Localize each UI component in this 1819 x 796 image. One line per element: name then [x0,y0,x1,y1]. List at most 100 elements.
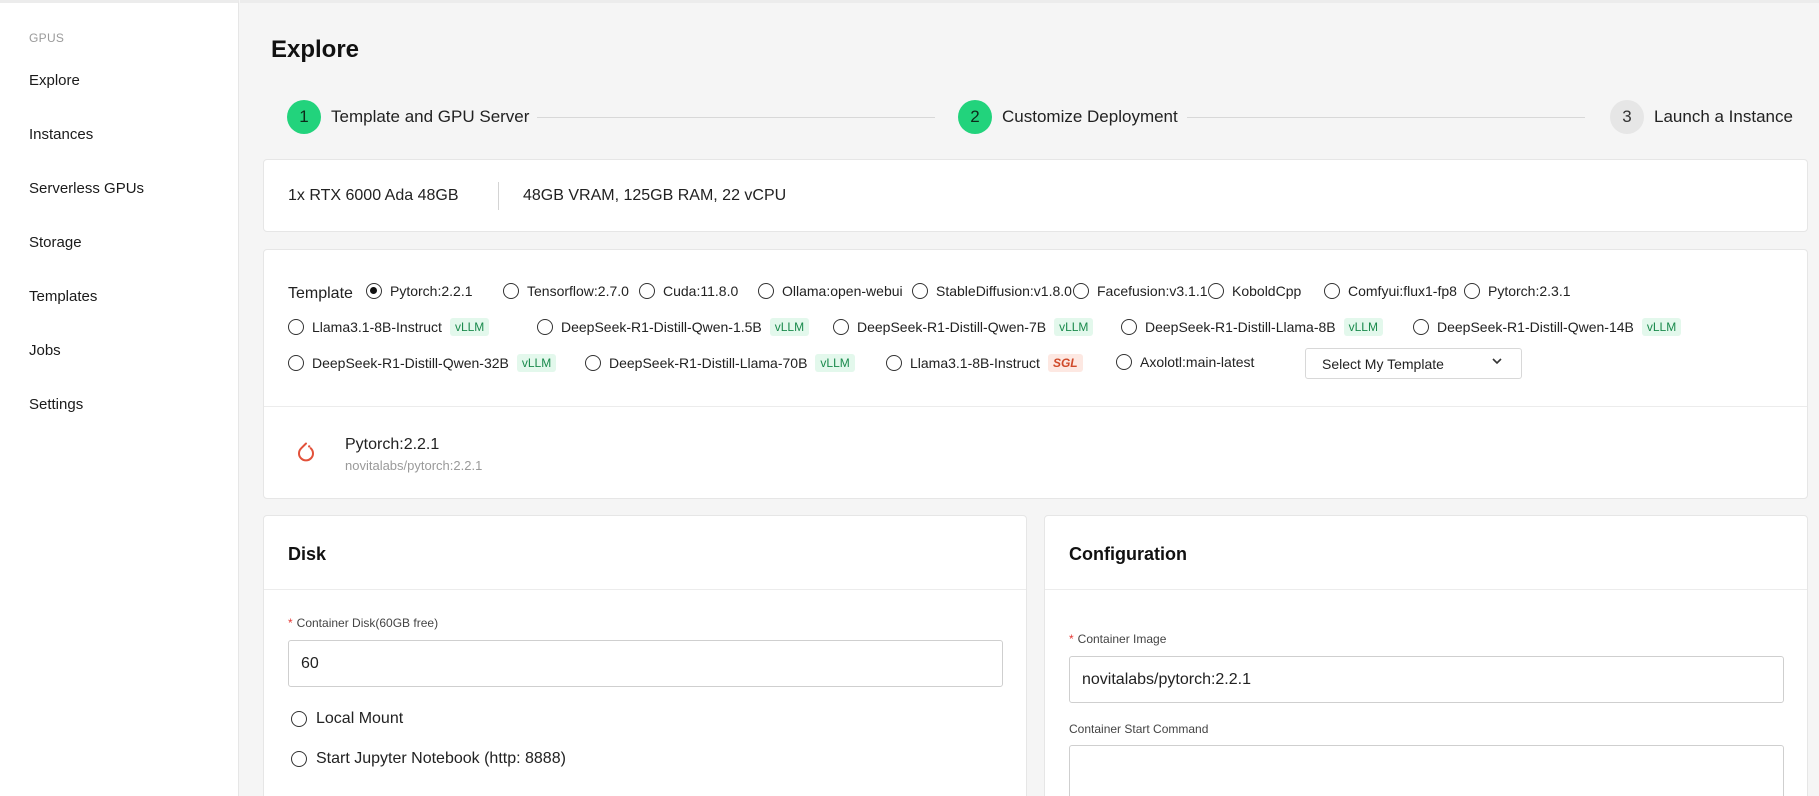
step-number: 1 [287,100,321,134]
sidebar-item-jobs[interactable]: Jobs [29,342,61,359]
gpu-name: 1x RTX 6000 Ada 48GB [288,187,459,204]
step-customize-deployment[interactable]: 2 Customize Deployment [958,100,1178,134]
template-option-deepseek-llama-8b[interactable]: DeepSeek-R1-Distill-Llama-8B vLLM [1121,318,1383,336]
template-option-deepseek-qwen-14b[interactable]: DeepSeek-R1-Distill-Qwen-14B vLLM [1413,318,1682,336]
template-option-tensorflow[interactable]: Tensorflow:2.7.0 [503,283,629,299]
template-option-axolotl[interactable]: Axolotl:main-latest [1116,354,1254,370]
disk-card: Disk * Container Disk(60GB free) 60 Local… [263,515,1027,796]
step-connector [537,117,935,118]
gpu-divider [498,182,499,210]
radio-icon[interactable] [1116,354,1132,370]
container-image-label: * Container Image [1069,632,1167,646]
vllm-badge: vLLM [769,318,810,336]
option-label: DeepSeek-R1-Distill-Qwen-14B [1437,319,1634,335]
option-label: StableDiffusion:v1.8.0 [936,283,1072,299]
radio-icon[interactable] [912,283,928,299]
radio-icon[interactable] [503,283,519,299]
disk-divider [264,589,1026,590]
template-option-deepseek-qwen-7b[interactable]: DeepSeek-R1-Distill-Qwen-7B vLLM [833,318,1094,336]
sidebar-item-explore[interactable]: Explore [29,72,80,89]
option-label: Pytorch:2.2.1 [390,283,473,299]
configuration-divider [1045,589,1807,590]
radio-icon[interactable] [758,283,774,299]
radio-icon[interactable] [288,355,304,371]
container-disk-input[interactable]: 60 [288,640,1003,687]
step-label: Template and GPU Server [331,107,530,126]
step-launch-instance[interactable]: 3 Launch a Instance [1610,100,1793,134]
step-connector [1187,117,1585,118]
template-option-cuda[interactable]: Cuda:11.8.0 [639,283,738,299]
sidebar-section-gpus: GPUS [29,31,65,45]
selected-template-name: Pytorch:2.2.1 [345,436,440,453]
template-option-stablediffusion[interactable]: StableDiffusion:v1.8.0 [912,283,1072,299]
option-label: DeepSeek-R1-Distill-Llama-70B [609,355,808,371]
template-option-deepseek-qwen-1-5b[interactable]: DeepSeek-R1-Distill-Qwen-1.5B vLLM [537,318,810,336]
radio-icon[interactable] [639,283,655,299]
option-label: DeepSeek-R1-Distill-Qwen-32B [312,355,509,371]
template-option-llama31-sgl[interactable]: Llama3.1-8B-Instruct SGL [886,354,1083,372]
vllm-badge: vLLM [815,354,855,372]
option-label: Llama3.1-8B-Instruct [312,319,442,335]
template-label: Template [288,285,353,302]
chevron-down-icon [1491,355,1503,370]
option-label: Facefusion:v3.1.1 [1097,283,1208,299]
vllm-badge: vLLM [516,354,557,372]
template-option-deepseek-qwen-32b[interactable]: DeepSeek-R1-Distill-Qwen-32B vLLM [288,354,557,372]
sidebar-item-templates[interactable]: Templates [29,288,97,305]
template-option-koboldcpp[interactable]: KoboldCpp [1208,283,1301,299]
radio-icon[interactable] [886,355,902,371]
radio-icon[interactable] [833,319,849,335]
template-option-comfyui[interactable]: Comfyui:flux1-fp8 [1324,283,1457,299]
step-template-gpu[interactable]: 1 Template and GPU Server [287,100,529,134]
sidebar-item-settings[interactable]: Settings [29,396,83,413]
local-mount-option[interactable]: Local Mount [291,710,403,728]
option-label: Pytorch:2.3.1 [1488,283,1571,299]
step-number: 2 [958,100,992,134]
gpu-summary-card: 1x RTX 6000 Ada 48GB 48GB VRAM, 125GB RA… [263,159,1808,232]
template-option-llama31-vllm[interactable]: Llama3.1-8B-Instruct vLLM [288,318,490,336]
required-marker: * [1069,632,1074,646]
sidebar-item-instances[interactable]: Instances [29,126,93,143]
template-option-deepseek-llama-70b[interactable]: DeepSeek-R1-Distill-Llama-70B vLLM [585,354,855,372]
option-label: DeepSeek-R1-Distill-Qwen-1.5B [561,319,762,335]
template-option-ollama[interactable]: Ollama:open-webui [758,283,903,299]
radio-icon[interactable] [1324,283,1340,299]
radio-icon[interactable] [585,355,601,371]
option-label: Llama3.1-8B-Instruct [910,355,1040,371]
jupyter-label: Start Jupyter Notebook (http: 8888) [316,750,566,767]
sidebar-item-storage[interactable]: Storage [29,234,82,251]
select-my-template-label: Select My Template [1322,355,1444,372]
radio-icon[interactable] [1208,283,1224,299]
vllm-badge: vLLM [1054,318,1094,336]
radio-icon[interactable] [537,319,553,335]
radio-icon[interactable] [291,711,307,727]
step-label: Customize Deployment [1002,107,1178,126]
template-divider [264,406,1807,407]
option-label: DeepSeek-R1-Distill-Llama-8B [1145,319,1336,335]
radio-icon[interactable] [1464,283,1480,299]
template-option-pytorch-231[interactable]: Pytorch:2.3.1 [1464,283,1571,299]
gpu-specs: 48GB VRAM, 125GB RAM, 22 vCPU [523,187,787,204]
sidebar-item-serverless-gpus[interactable]: Serverless GPUs [29,180,144,197]
select-my-template-dropdown[interactable]: Select My Template [1305,348,1522,379]
template-option-pytorch-221[interactable]: Pytorch:2.2.1 [366,283,473,299]
radio-checked-icon[interactable] [366,283,382,299]
option-label: DeepSeek-R1-Distill-Qwen-7B [857,319,1047,335]
radio-icon[interactable] [291,751,307,767]
container-image-input[interactable]: novitalabs/pytorch:2.2.1 [1069,656,1784,703]
jupyter-notebook-option[interactable]: Start Jupyter Notebook (http: 8888) [291,750,566,768]
selected-template-image: novitalabs/pytorch:2.2.1 [345,458,483,473]
option-label: Axolotl:main-latest [1140,354,1255,370]
container-start-command-input[interactable] [1069,745,1784,796]
vllm-badge: vLLM [1641,318,1682,336]
page-title: Explore [271,36,360,63]
radio-icon[interactable] [1413,319,1429,335]
template-option-facefusion[interactable]: Facefusion:v3.1.1 [1073,283,1208,299]
disk-title: Disk [288,544,327,564]
main-content: Explore 1 Template and GPU Server 2 Cust… [240,0,1819,796]
template-card: Template Pytorch:2.2.1 Tensorflow:2.7.0 … [263,249,1808,499]
pytorch-icon [294,441,318,465]
radio-icon[interactable] [1073,283,1089,299]
radio-icon[interactable] [1121,319,1137,335]
radio-icon[interactable] [288,319,304,335]
